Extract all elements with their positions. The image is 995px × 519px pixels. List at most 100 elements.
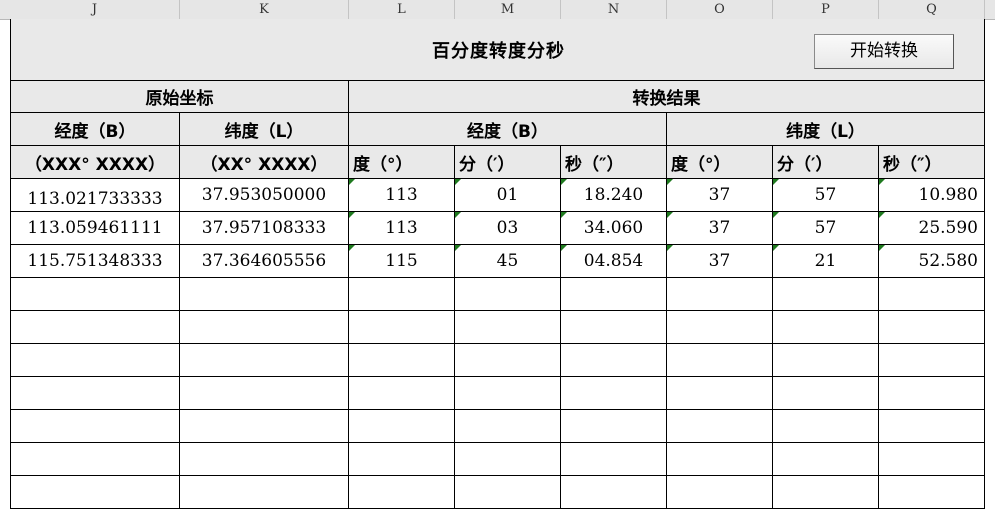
- empty-cell[interactable]: [10, 476, 180, 509]
- empty-cell[interactable]: [180, 443, 349, 476]
- empty-cell[interactable]: [455, 476, 561, 509]
- column-header-j[interactable]: J: [10, 0, 180, 19]
- cell-lon-deg[interactable]: 113: [349, 212, 455, 245]
- empty-cell[interactable]: [879, 344, 985, 377]
- cell-lat-sec[interactable]: 10.980: [879, 179, 985, 212]
- empty-cell[interactable]: [561, 344, 667, 377]
- empty-cell[interactable]: [349, 476, 455, 509]
- empty-cell[interactable]: [180, 410, 349, 443]
- cell-lat[interactable]: 37.957108333: [180, 212, 349, 245]
- cell-lat-min[interactable]: 21: [773, 245, 879, 278]
- empty-cell[interactable]: [879, 377, 985, 410]
- cell-lat-deg[interactable]: 37: [667, 212, 773, 245]
- cell-lon-deg[interactable]: 115: [349, 245, 455, 278]
- empty-cell[interactable]: [667, 278, 773, 311]
- empty-cell[interactable]: [10, 278, 180, 311]
- empty-cell[interactable]: [349, 278, 455, 311]
- cell-lon[interactable]: 115.751348333: [10, 245, 180, 278]
- empty-cell[interactable]: [667, 410, 773, 443]
- empty-cell[interactable]: [10, 344, 180, 377]
- empty-cell[interactable]: [455, 443, 561, 476]
- column-header-k[interactable]: K: [180, 0, 349, 19]
- empty-cell[interactable]: [773, 377, 879, 410]
- empty-cell[interactable]: [879, 443, 985, 476]
- empty-cell[interactable]: [667, 311, 773, 344]
- empty-cell[interactable]: [773, 410, 879, 443]
- empty-cell[interactable]: [667, 476, 773, 509]
- empty-cell[interactable]: [561, 476, 667, 509]
- column-header-p[interactable]: P: [773, 0, 879, 19]
- header-lon-min: 分（′）: [455, 146, 561, 179]
- empty-cell[interactable]: [879, 278, 985, 311]
- cell-lon[interactable]: 113.059461111: [10, 212, 180, 245]
- cell-lon[interactable]: 113.021733333: [10, 179, 180, 212]
- empty-cell[interactable]: [180, 476, 349, 509]
- column-header-n[interactable]: N: [561, 0, 667, 19]
- header-lon-deg: 度（°）: [349, 146, 455, 179]
- title-band: 百分度转度分秒 开始转换: [10, 19, 985, 80]
- cell-lat-sec[interactable]: 52.580: [879, 245, 985, 278]
- empty-cell[interactable]: [773, 443, 879, 476]
- column-header-q[interactable]: Q: [879, 0, 985, 19]
- header-format-lat: （XX° XXXX）: [180, 146, 349, 179]
- empty-cell[interactable]: [561, 278, 667, 311]
- cell-lat-sec[interactable]: 25.590: [879, 212, 985, 245]
- empty-cell[interactable]: [10, 311, 180, 344]
- empty-cell[interactable]: [667, 377, 773, 410]
- column-header-m[interactable]: M: [455, 0, 561, 19]
- empty-cell[interactable]: [10, 410, 180, 443]
- empty-cell[interactable]: [879, 476, 985, 509]
- cell-lat[interactable]: 37.953050000: [180, 179, 349, 212]
- cell-lat-min[interactable]: 57: [773, 212, 879, 245]
- empty-cell[interactable]: [349, 344, 455, 377]
- header-orig-lon: 经度（B）: [10, 113, 180, 146]
- cell-lon-deg[interactable]: 113: [349, 179, 455, 212]
- empty-cell[interactable]: [349, 443, 455, 476]
- cell-lat-min[interactable]: 57: [773, 179, 879, 212]
- cell-lon-min[interactable]: 45: [455, 245, 561, 278]
- cell-lon-sec[interactable]: 18.240: [561, 179, 667, 212]
- column-header-o[interactable]: O: [667, 0, 773, 19]
- empty-cell[interactable]: [180, 377, 349, 410]
- empty-cell[interactable]: [455, 377, 561, 410]
- empty-cell[interactable]: [561, 410, 667, 443]
- cell-lat[interactable]: 37.364605556: [180, 245, 349, 278]
- empty-cell[interactable]: [349, 311, 455, 344]
- empty-cell[interactable]: [180, 344, 349, 377]
- header-lat-min: 分（′）: [773, 146, 879, 179]
- cell-lon-sec[interactable]: 34.060: [561, 212, 667, 245]
- empty-cell[interactable]: [773, 311, 879, 344]
- empty-cell[interactable]: [349, 410, 455, 443]
- empty-cell[interactable]: [180, 278, 349, 311]
- empty-cell[interactable]: [561, 377, 667, 410]
- empty-cell[interactable]: [455, 278, 561, 311]
- empty-cell[interactable]: [667, 344, 773, 377]
- empty-cell[interactable]: [180, 311, 349, 344]
- empty-cell[interactable]: [455, 410, 561, 443]
- cell-lat-deg[interactable]: 37: [667, 245, 773, 278]
- header-original-coords: 原始坐标: [10, 80, 349, 113]
- start-convert-button[interactable]: 开始转换: [814, 34, 954, 69]
- empty-cell[interactable]: [455, 344, 561, 377]
- empty-cell[interactable]: [455, 311, 561, 344]
- header-format-lon: （XXX° XXXX）: [10, 146, 180, 179]
- empty-cell[interactable]: [773, 476, 879, 509]
- empty-cell[interactable]: [773, 278, 879, 311]
- column-header-bar: J K L M N O P Q: [0, 0, 995, 20]
- header-lat-sec: 秒（″）: [879, 146, 985, 179]
- empty-cell[interactable]: [561, 311, 667, 344]
- empty-cell[interactable]: [349, 377, 455, 410]
- empty-cell[interactable]: [10, 443, 180, 476]
- cell-lat-deg[interactable]: 37: [667, 179, 773, 212]
- header-lat-deg: 度（°）: [667, 146, 773, 179]
- empty-cell[interactable]: [879, 410, 985, 443]
- cell-lon-min[interactable]: 01: [455, 179, 561, 212]
- empty-cell[interactable]: [879, 311, 985, 344]
- empty-cell[interactable]: [773, 344, 879, 377]
- empty-cell[interactable]: [667, 443, 773, 476]
- cell-lon-sec[interactable]: 04.854: [561, 245, 667, 278]
- empty-cell[interactable]: [10, 377, 180, 410]
- column-header-l[interactable]: L: [349, 0, 455, 19]
- empty-cell[interactable]: [561, 443, 667, 476]
- cell-lon-min[interactable]: 03: [455, 212, 561, 245]
